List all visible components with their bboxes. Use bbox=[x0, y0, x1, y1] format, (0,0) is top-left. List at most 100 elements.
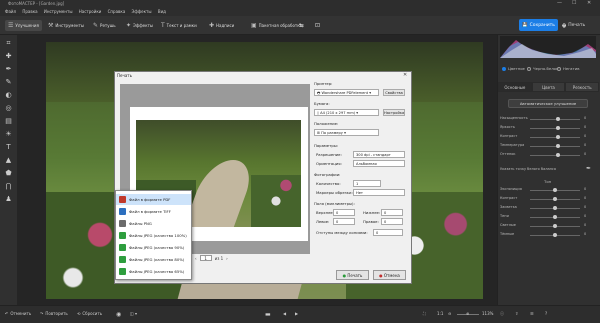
slider-knob[interactable] bbox=[555, 144, 560, 148]
slider-knob[interactable] bbox=[553, 197, 557, 201]
heal-icon[interactable]: ✚ bbox=[4, 52, 13, 61]
compare-icon[interactable]: ⇆ bbox=[296, 20, 307, 31]
paper-select[interactable]: ▯ A4 (210 x 297 mm) ▾ bbox=[314, 109, 379, 116]
format-option[interactable]: Файлы JPEG (качество 100%) bbox=[116, 230, 191, 241]
eye-icon[interactable]: ◉ bbox=[116, 311, 121, 318]
top-margin-input[interactable]: 0 bbox=[333, 209, 355, 216]
page-number-input[interactable]: 1 bbox=[199, 255, 212, 261]
slider-track[interactable] bbox=[530, 146, 580, 147]
folder-icon[interactable]: ▬ bbox=[265, 311, 271, 318]
tab-enhancements[interactable]: ☰ Улучшения bbox=[5, 20, 42, 31]
format-option[interactable]: Файл в формате TIFF bbox=[116, 206, 191, 217]
tab-captions[interactable]: ✚ Надписи bbox=[206, 20, 237, 31]
mode-negative[interactable]: Негатив bbox=[557, 66, 579, 71]
tab-basic[interactable]: Основные bbox=[498, 82, 532, 92]
slider-knob[interactable] bbox=[553, 215, 557, 219]
slider-knob[interactable] bbox=[555, 126, 560, 130]
dialog-close-button[interactable]: ✕ bbox=[403, 72, 407, 78]
zoom-out-icon[interactable]: ⊖ bbox=[448, 311, 451, 316]
format-option[interactable]: Файлы JPEG (качество 90%) bbox=[116, 242, 191, 253]
maximize-button[interactable]: ☐ bbox=[572, 0, 576, 6]
prev-icon[interactable]: ◀ bbox=[283, 311, 286, 316]
slider-track[interactable] bbox=[530, 128, 580, 129]
position-select[interactable]: ⊞ По размеру ▾ bbox=[314, 129, 379, 136]
format-option[interactable]: Файлы JPEG (качество 65%) bbox=[116, 266, 191, 277]
save-button[interactable]: 💾 Сохранить bbox=[519, 19, 558, 31]
share-icon[interactable]: ⇪ bbox=[515, 311, 518, 316]
tab-effects[interactable]: ✦ Эффекты bbox=[123, 20, 156, 31]
dialog-cancel-button[interactable]: ● Отмена bbox=[373, 270, 406, 280]
stamp-icon[interactable]: ♟ bbox=[4, 195, 13, 204]
slider-knob[interactable] bbox=[553, 224, 557, 228]
format-option[interactable]: Файлы JPEG (качество 80%) bbox=[116, 254, 191, 265]
tab-retouch[interactable]: ✎ Ретушь bbox=[90, 20, 119, 31]
magnet-icon[interactable]: ⋂ bbox=[4, 182, 13, 191]
tab-sharpness[interactable]: Резкость bbox=[565, 82, 600, 92]
horizon-icon[interactable]: ▤ bbox=[4, 117, 13, 126]
undo-button[interactable]: ↶ Отменить bbox=[5, 311, 31, 316]
crop-marks-select[interactable]: Нет bbox=[353, 189, 405, 196]
eyedropper-icon[interactable]: ✒ bbox=[586, 165, 591, 172]
tab-tools[interactable]: ⚒ Инструменты bbox=[45, 20, 87, 31]
printer-select[interactable]: 🖶 Wondershare PDFelement ▾ bbox=[314, 89, 379, 96]
gap-input[interactable]: 0 bbox=[373, 229, 403, 236]
menu-settings[interactable]: Настройки bbox=[79, 9, 102, 14]
right-margin-input[interactable]: 0 bbox=[381, 218, 403, 225]
resolution-select[interactable]: 300 dpi - стандарт bbox=[353, 151, 405, 158]
next-page-icon[interactable]: › bbox=[226, 256, 228, 261]
mode-color[interactable]: Цветное bbox=[502, 66, 525, 71]
compare-split-icon[interactable]: ◫ ▾ bbox=[130, 311, 137, 316]
bucket-icon[interactable]: ⬟ bbox=[4, 169, 13, 178]
format-option[interactable]: Файлы PNG bbox=[116, 218, 191, 229]
close-window-button[interactable]: ✕ bbox=[587, 0, 591, 6]
tab-text-frames[interactable]: T Текст и рамки bbox=[158, 20, 200, 31]
menu-edit[interactable]: Правка bbox=[22, 9, 37, 14]
menu-effects[interactable]: Эффекты bbox=[132, 9, 152, 14]
slider-knob[interactable] bbox=[553, 206, 557, 210]
properties-button[interactable]: Свойства bbox=[383, 89, 405, 96]
text-tool-icon[interactable]: T bbox=[4, 143, 13, 152]
auto-enhance-button[interactable]: Автоматическое улучшение bbox=[508, 99, 588, 108]
menu-tools[interactable]: Инструменты bbox=[44, 9, 73, 14]
zoom-fit-icon[interactable]: ⛶ bbox=[423, 311, 426, 316]
fullscreen-icon[interactable]: ⊡ bbox=[312, 20, 323, 31]
filter-icon[interactable]: ▲ bbox=[4, 156, 13, 165]
print-button[interactable]: 🖶 Печать bbox=[562, 20, 585, 31]
tab-colors[interactable]: Цвета bbox=[531, 82, 566, 92]
prev-page-icon[interactable]: ‹ bbox=[195, 256, 197, 261]
setup-button[interactable]: Настройка bbox=[383, 109, 405, 116]
slider-knob[interactable] bbox=[553, 233, 557, 237]
slider-knob[interactable] bbox=[555, 135, 560, 139]
slider-knob[interactable] bbox=[555, 117, 560, 121]
help-icon[interactable]: ? bbox=[545, 311, 547, 316]
radial-icon[interactable]: ◎ bbox=[4, 104, 13, 113]
reset-button[interactable]: ⟲ Сбросить bbox=[77, 311, 102, 316]
menu-help[interactable]: Справка bbox=[108, 9, 126, 14]
count-input[interactable]: 1 bbox=[353, 180, 381, 187]
zoom-in-icon[interactable]: ⊕ bbox=[466, 311, 469, 316]
pipette-icon[interactable]: ✒ bbox=[4, 65, 13, 74]
redo-button[interactable]: ↷ Повторить bbox=[40, 311, 68, 316]
crop-icon[interactable]: ⌗ bbox=[4, 39, 13, 48]
menu-file[interactable]: Файл bbox=[5, 9, 16, 14]
slider-track[interactable] bbox=[530, 137, 580, 138]
dialog-print-button[interactable]: ● Печать bbox=[336, 270, 369, 280]
slider-knob[interactable] bbox=[555, 153, 560, 157]
info-icon[interactable]: ⓘ bbox=[500, 311, 504, 317]
sun-icon[interactable]: ☀ bbox=[4, 130, 13, 139]
left-margin-input[interactable]: 0 bbox=[333, 218, 355, 225]
gradient-icon[interactable]: ◐ bbox=[4, 91, 13, 100]
slider-track[interactable] bbox=[530, 155, 580, 156]
mode-bw[interactable]: Черно-белое bbox=[527, 66, 558, 71]
slider-knob[interactable] bbox=[553, 188, 557, 192]
bottom-margin-input[interactable]: 0 bbox=[381, 209, 403, 216]
menu-view[interactable]: Вид bbox=[158, 9, 166, 14]
history-icon[interactable]: ☰ bbox=[530, 311, 534, 316]
format-option[interactable]: Файл в формате PDF bbox=[116, 194, 191, 205]
zoom-1to1[interactable]: 1:1 bbox=[437, 311, 443, 316]
orientation-select[interactable]: Альбомная bbox=[353, 160, 405, 167]
next-icon[interactable]: ▶ bbox=[295, 311, 298, 316]
minimize-button[interactable]: — bbox=[557, 0, 562, 6]
slider-track[interactable] bbox=[530, 119, 580, 120]
brush-tool-icon[interactable]: ✎ bbox=[4, 78, 13, 87]
